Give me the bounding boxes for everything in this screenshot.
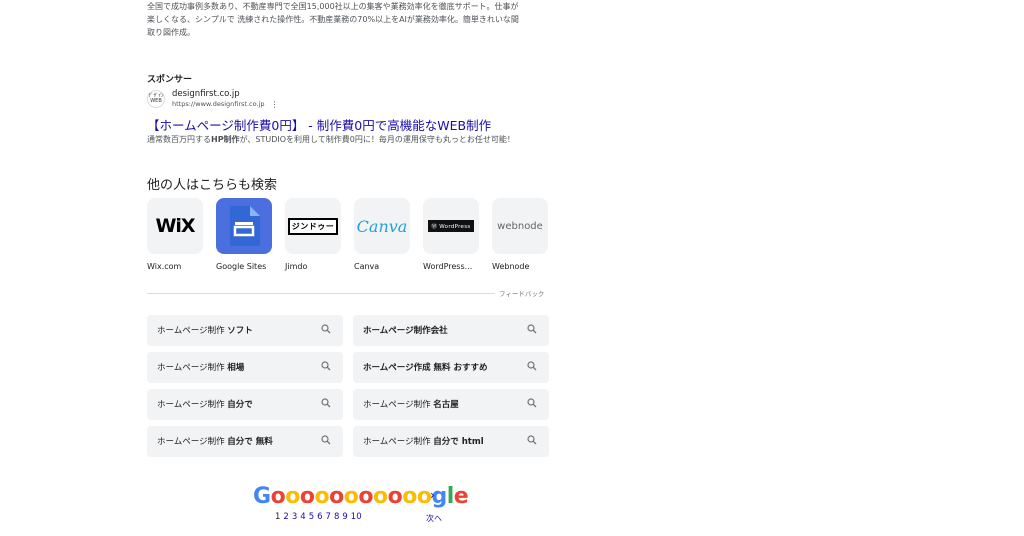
search-icon [321, 398, 331, 408]
page-number-link[interactable]: 5 [309, 512, 314, 522]
related-search-prefix: ホームページ制作 [363, 437, 434, 447]
wordpress-logo-text: Ⓦ WordPress [428, 220, 474, 232]
entity-card-jimdo[interactable]: ジンドゥー Jimdo [285, 198, 345, 271]
related-search-chip[interactable]: ホームページ制作 ソフト [147, 315, 343, 346]
related-search-term: ホームページ作成 無料 おすすめ [363, 363, 488, 373]
search-icon [527, 398, 537, 408]
ad-url[interactable]: https://www.designfirst.co.jp [172, 100, 264, 109]
snippet-line: 取り図作成。 [147, 28, 195, 37]
ad-domain[interactable]: designfirst.co.jp [172, 89, 278, 100]
page-number-link[interactable]: 4 [300, 512, 305, 522]
ad-desc-text: が、STUDIOを利用して制作費0円に！毎月の運用保守も丸っとお任せ可能！ [239, 135, 515, 144]
related-search-term: 自分で 無料 [227, 437, 273, 447]
related-search-chip[interactable]: ホームページ作成 無料 おすすめ [353, 352, 549, 383]
related-search-chip[interactable]: ホームページ制作 自分で [147, 389, 343, 420]
related-search-chip[interactable]: ホームページ制作 自分で 無料 [147, 426, 343, 457]
page-number-link[interactable]: 8 [334, 512, 339, 522]
related-search-text: ホームページ制作 ソフト [157, 324, 253, 336]
canva-logo-text: Canva [356, 216, 408, 236]
search-icon [527, 435, 537, 445]
result-snippet: 全国で成功事例多数あり、不動産専門で全国15,000社以上の集客や業務効率化を徹… [147, 0, 550, 39]
ad-header[interactable]: ﾃﾞｻﾞｲﾝ WEB designfirst.co.jp https://www… [147, 89, 278, 109]
related-search-text: ホームページ制作 相場 [157, 361, 244, 373]
page-number-link[interactable]: 10 [351, 512, 362, 522]
entity-label: Jimdo [285, 262, 308, 271]
ad-favicon: ﾃﾞｻﾞｲﾝ WEB [147, 90, 165, 108]
related-search-text: ホームページ制作 名古屋 [363, 398, 459, 410]
entity-card-webnode[interactable]: webnode Webnode [492, 198, 552, 271]
entity-card-wix[interactable]: WiX Wix.com [147, 198, 207, 271]
related-search-prefix: ホームページ制作 [157, 400, 228, 410]
related-search-prefix: ホームページ制作 [157, 437, 228, 447]
entity-label: Wix.com [147, 262, 182, 271]
ad-description: 通常数百万円するHP制作が、STUDIOを利用して制作費0円に！毎月の運用保守も… [147, 134, 515, 145]
entity-card-canva[interactable]: Canva Canva [354, 198, 414, 271]
entity-label: Canva [354, 262, 380, 271]
snippet-line: 全国で成功事例多数あり、不動産専門で全国15,000社以上の集客や業務効率化を徹… [147, 2, 519, 11]
webnode-logo: webnode [492, 198, 548, 254]
entity-label: Google Sites [216, 262, 267, 271]
search-icon [527, 324, 537, 334]
webnode-logo-text: webnode [497, 220, 543, 232]
entity-label: WordPress... [423, 262, 473, 271]
wix-logo: WiX [147, 198, 203, 254]
related-search-chip[interactable]: ホームページ制作 相場 [147, 352, 343, 383]
divider [147, 293, 495, 294]
snippet-line: 楽しくなる、シンプルで 洗練された操作性。不動産業務の70%以上をAIが業務効率… [147, 15, 519, 24]
ad-desc-text: 通常数百万円する [147, 135, 211, 144]
next-page-link[interactable]: 次へ [426, 513, 442, 524]
related-search-chip[interactable]: ホームページ制作 名古屋 [353, 389, 549, 420]
page-number-link[interactable]: 3 [292, 512, 297, 522]
page-number-link[interactable]: 6 [317, 512, 322, 522]
chevron-right-icon[interactable]: › [430, 488, 435, 502]
related-search-term: 相場 [227, 363, 245, 373]
also-search-carousel: WiX Wix.com Google Sites ジンドゥー Jimdo Can… [147, 198, 557, 273]
related-search-text: ホームページ作成 無料 おすすめ [363, 361, 488, 373]
related-search-term: ソフト [227, 326, 253, 336]
also-search-title: 他の人はこちらも検索 [147, 178, 278, 193]
search-icon [321, 361, 331, 371]
page-number-link[interactable]: 1 [275, 512, 280, 522]
more-options-icon[interactable]: ⋮ [270, 100, 278, 109]
search-icon [527, 361, 537, 371]
page-number-link[interactable]: 9 [342, 512, 347, 522]
related-search-chip[interactable]: ホームページ制作会社 [353, 315, 549, 346]
feedback-link[interactable]: フィードバック [499, 288, 544, 298]
page-number-link[interactable]: 7 [326, 512, 331, 522]
google-sites-icon [216, 198, 272, 254]
page-numbers: 1 2 3 4 5 6 7 8 9 10 [275, 512, 365, 522]
canva-logo: Canva [354, 198, 410, 254]
entity-card-wordpress[interactable]: Ⓦ WordPress WordPress... [423, 198, 483, 271]
search-icon [321, 435, 331, 445]
jimdo-logo: ジンドゥー [285, 198, 341, 254]
entity-card-google-sites[interactable]: Google Sites [216, 198, 276, 271]
related-search-term: 自分で html [433, 437, 484, 447]
ad-desc-highlight: HP制作 [211, 135, 240, 144]
related-search-chip[interactable]: ホームページ制作 自分で html [353, 426, 549, 457]
related-search-text: ホームページ制作会社 [363, 324, 448, 336]
google-pagination-logo: Gooooooooooogle [253, 484, 469, 509]
jimdo-logo-text: ジンドゥー [287, 217, 339, 235]
ad-title-link[interactable]: 【ホームページ制作費0円】 - 制作費0円で高機能なWEB制作 [147, 115, 491, 134]
related-search-text: ホームページ制作 自分で [157, 398, 253, 410]
entity-label: Webnode [492, 262, 530, 271]
sponsor-label: スポンサー [147, 75, 193, 85]
related-search-prefix: ホームページ制作 [157, 326, 228, 336]
related-search-term: 名古屋 [433, 400, 459, 410]
related-search-text: ホームページ制作 自分で html [363, 435, 484, 447]
related-search-prefix: ホームページ制作 [157, 363, 228, 373]
related-search-text: ホームページ制作 自分で 無料 [157, 435, 273, 447]
related-search-term: 自分で [227, 400, 253, 410]
wix-logo-text: WiX [155, 215, 195, 237]
page-number-link[interactable]: 2 [283, 512, 288, 522]
related-search-term: ホームページ制作会社 [363, 326, 448, 336]
wordpress-logo: Ⓦ WordPress [423, 198, 479, 254]
related-search-prefix: ホームページ制作 [363, 400, 434, 410]
search-icon [321, 324, 331, 334]
